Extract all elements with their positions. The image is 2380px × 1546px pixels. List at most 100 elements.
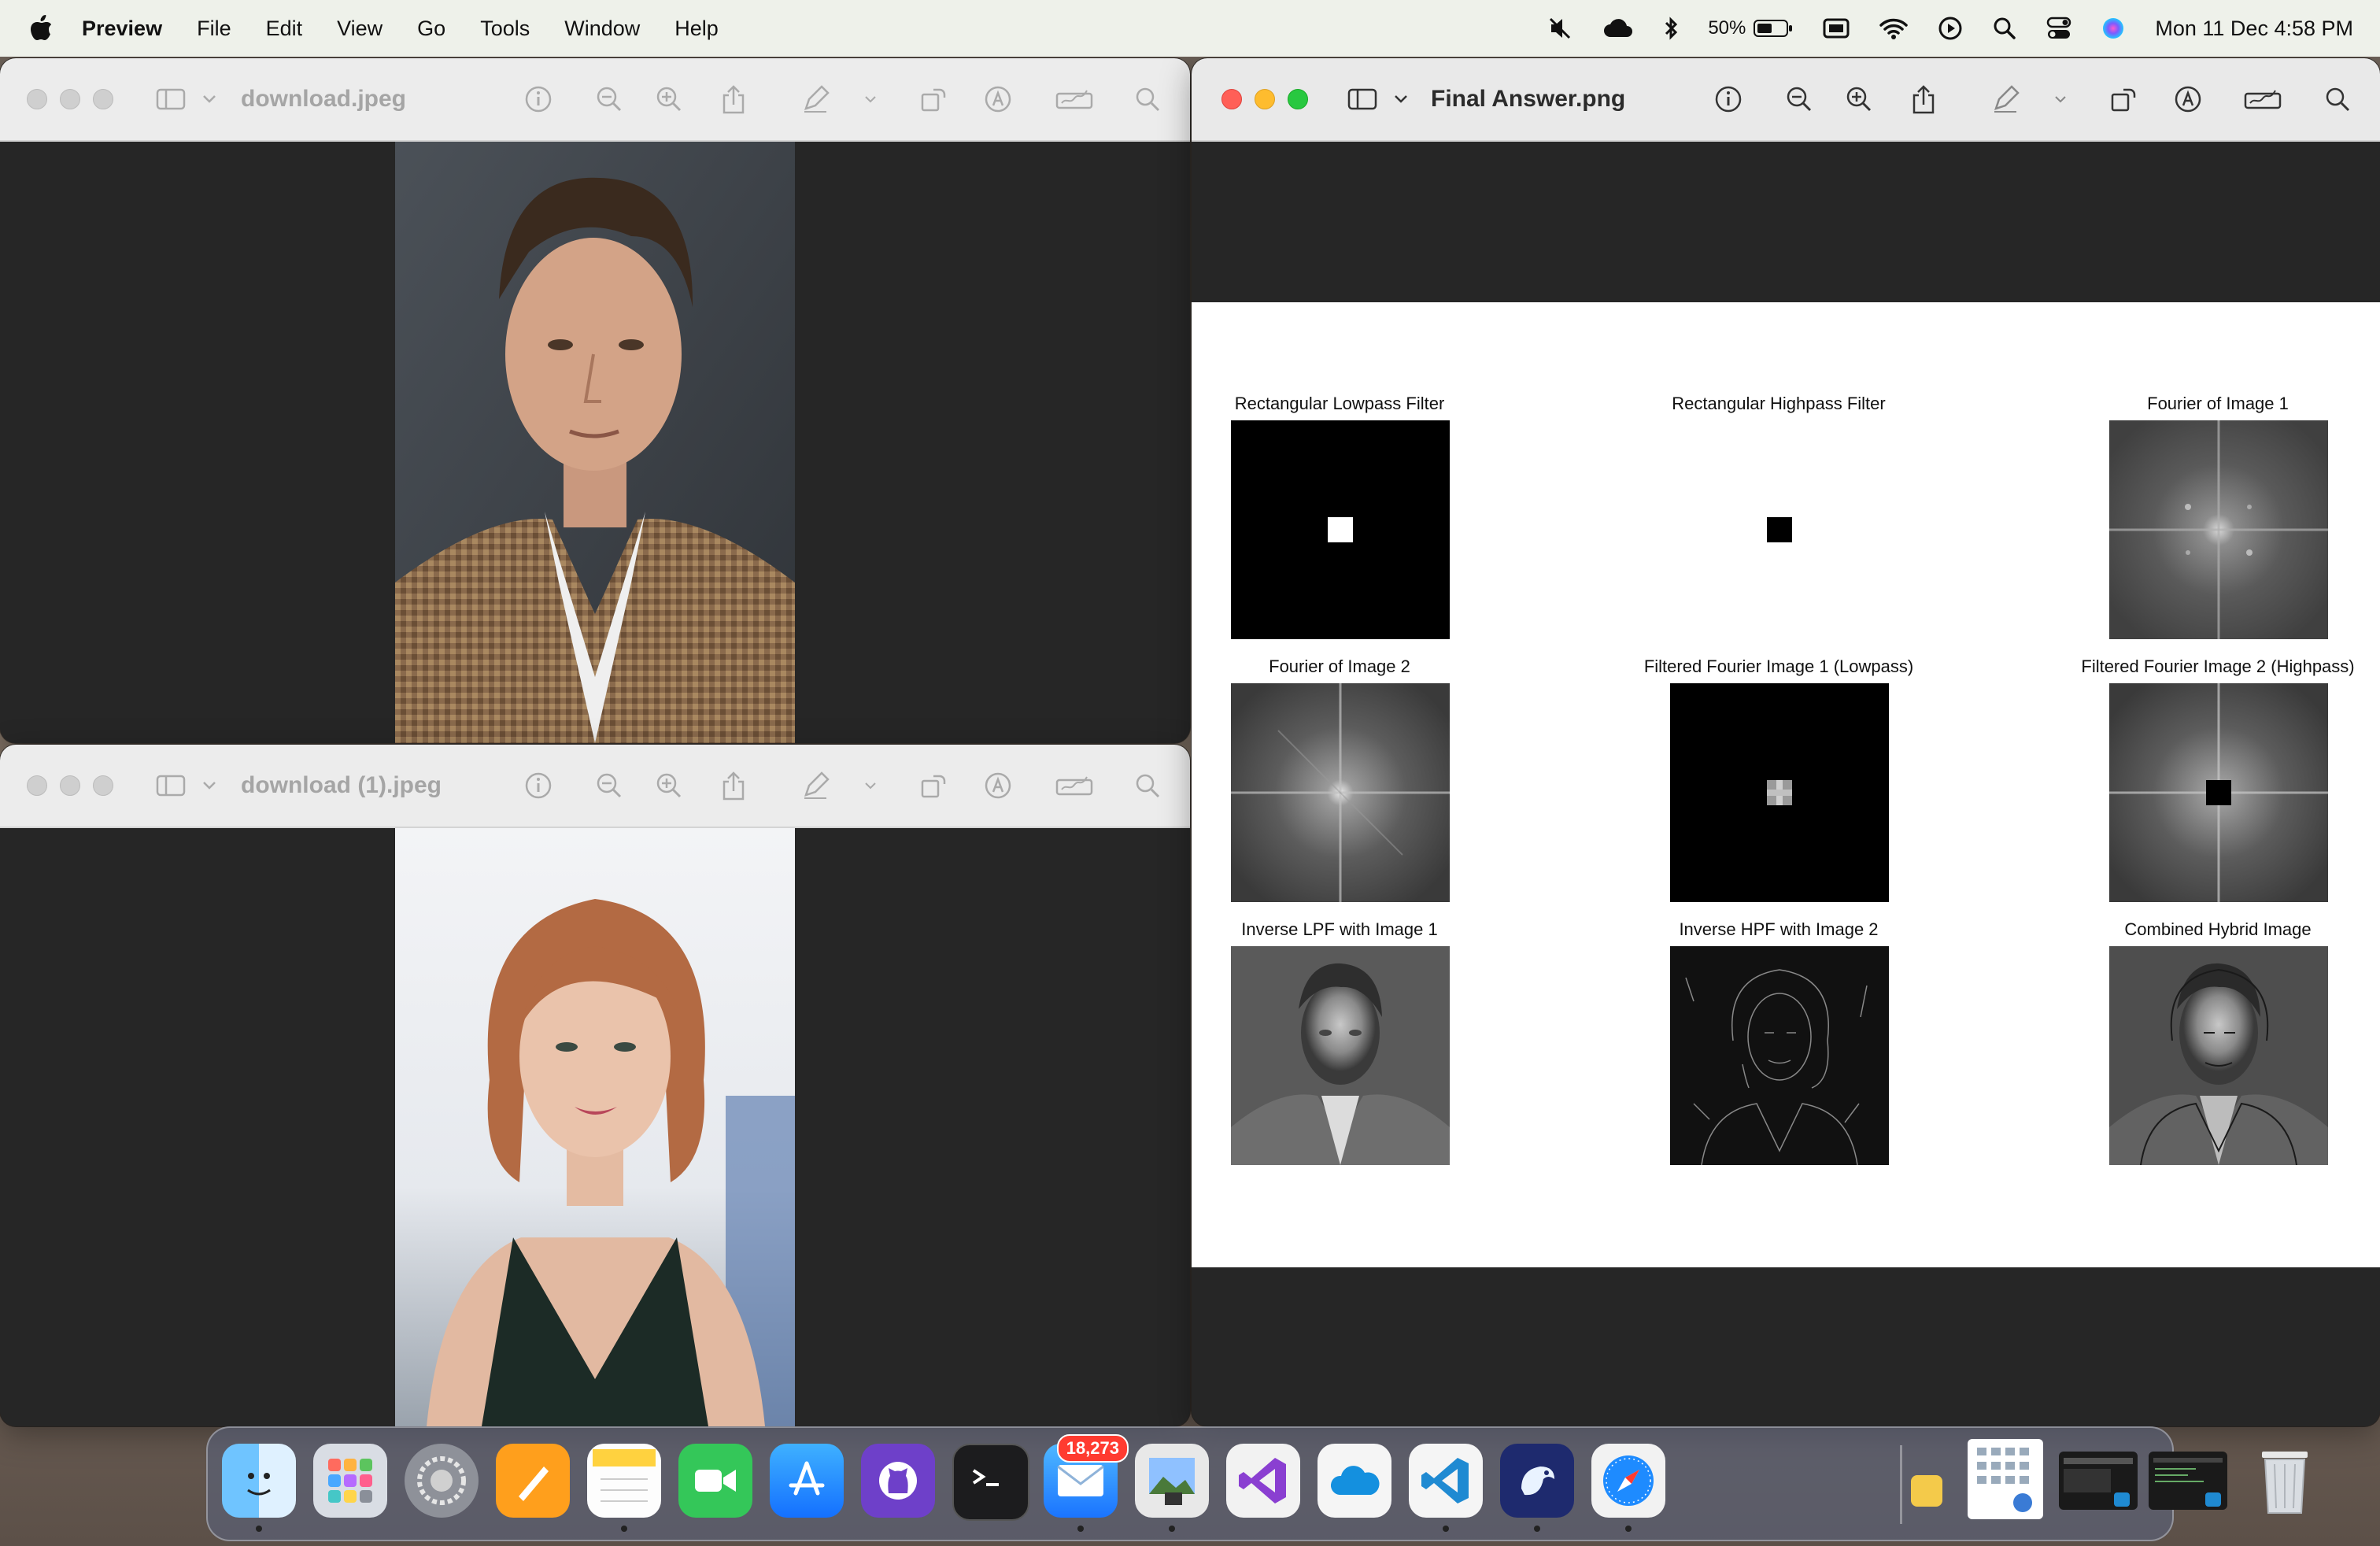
zoom-out-icon[interactable] [1783, 83, 1815, 115]
siri-icon[interactable] [2101, 17, 2125, 40]
menubar-clock[interactable]: Mon 11 Dec 4:58 PM [2155, 17, 2353, 41]
wifi-icon[interactable] [1879, 17, 1909, 39]
rotate-icon[interactable] [918, 83, 949, 115]
mute-icon[interactable] [1549, 17, 1572, 39]
highlight-icon[interactable] [982, 770, 1014, 801]
markup-chevron-icon[interactable] [855, 83, 886, 115]
close-button[interactable] [27, 775, 47, 796]
markup-pen-icon[interactable] [1990, 83, 2021, 115]
search-icon[interactable] [2322, 83, 2353, 115]
minimize-button[interactable] [60, 775, 80, 796]
control-center-icon[interactable] [2046, 17, 2071, 40]
safari-running-dot [1625, 1526, 1632, 1532]
document-canvas[interactable]: Rectangular Lowpass Filter Rectangular H… [1192, 142, 2380, 1426]
trash-icon[interactable] [2248, 1444, 2322, 1518]
battery-status[interactable]: 50% [1708, 17, 1793, 39]
info-icon[interactable] [523, 83, 554, 115]
markup-pen-icon[interactable] [800, 770, 831, 801]
now-playing-icon[interactable] [1938, 16, 1963, 41]
chevron-down-icon[interactable] [194, 770, 225, 801]
zoom-out-icon[interactable] [593, 770, 625, 801]
preview-window-final-answer[interactable]: Final Answer.png Rectangular Lowpass Fil… [1192, 58, 2380, 1426]
highlight-icon[interactable] [982, 83, 1014, 115]
preview-icon[interactable] [1135, 1444, 1209, 1518]
finder-icon[interactable] [222, 1444, 296, 1518]
launchpad-icon[interactable] [313, 1444, 387, 1518]
bluetooth-icon[interactable] [1664, 17, 1678, 40]
document-canvas[interactable] [0, 828, 1190, 1426]
chevron-down-icon[interactable] [194, 83, 225, 115]
sidebar-toggle-icon[interactable] [156, 770, 187, 801]
search-icon[interactable] [1132, 83, 1163, 115]
info-icon[interactable] [523, 770, 554, 801]
system-settings-icon[interactable] [405, 1444, 479, 1518]
sidebar-toggle-icon[interactable] [1347, 83, 1379, 115]
zoom-button[interactable] [1288, 89, 1308, 109]
menu-window[interactable]: Window [564, 17, 640, 41]
menu-go[interactable]: Go [417, 17, 445, 41]
menu-app-name[interactable]: Preview [82, 17, 162, 41]
menu-view[interactable]: View [337, 17, 382, 41]
zoom-button[interactable] [93, 89, 113, 109]
panel-title-highpass-filter: Rectangular Highpass Filter [1672, 394, 1886, 413]
signature-icon[interactable] [2243, 83, 2282, 115]
terminal-icon[interactable] [952, 1444, 1029, 1521]
markup-pen-icon[interactable] [800, 83, 831, 115]
vscode-icon[interactable] [1409, 1444, 1483, 1518]
search-icon[interactable] [1132, 770, 1163, 801]
menu-file[interactable]: File [197, 17, 231, 41]
close-button[interactable] [27, 89, 47, 109]
zoom-in-icon[interactable] [653, 770, 685, 801]
minimized-window-thumbnail-1[interactable] [2059, 1452, 2138, 1510]
share-icon[interactable] [718, 770, 749, 801]
minimize-button[interactable] [60, 89, 80, 109]
preview-window-download[interactable]: download.jpeg [0, 58, 1190, 743]
menu-edit[interactable]: Edit [266, 17, 303, 41]
signature-icon[interactable] [1055, 83, 1094, 115]
apple-menu-icon[interactable] [30, 15, 61, 42]
safari-icon[interactable] [1591, 1444, 1665, 1518]
zoom-button[interactable] [93, 775, 113, 796]
minimized-window-thumbnail-2[interactable] [2149, 1452, 2227, 1510]
input-source-icon[interactable] [1823, 18, 1850, 39]
zoom-in-icon[interactable] [653, 83, 685, 115]
icloud-icon[interactable] [1602, 18, 1634, 39]
app-store-icon[interactable] [770, 1444, 844, 1518]
window-titlebar[interactable]: Final Answer.png [1192, 58, 2380, 142]
documents-stack-icon[interactable] [1968, 1439, 2043, 1519]
rotate-icon[interactable] [2108, 83, 2139, 115]
inverse-lpf-panel [1231, 946, 1450, 1165]
zoom-in-icon[interactable] [1843, 83, 1875, 115]
sidebar-toggle-icon[interactable] [156, 83, 187, 115]
zoom-out-icon[interactable] [593, 83, 625, 115]
downloads-stack-icon[interactable] [1911, 1475, 1942, 1507]
share-icon[interactable] [718, 83, 749, 115]
spotlight-icon[interactable] [1993, 17, 2016, 40]
window-titlebar[interactable]: download.jpeg [0, 58, 1190, 142]
info-icon[interactable] [1713, 83, 1744, 115]
highlight-icon[interactable] [2172, 83, 2204, 115]
markup-chevron-icon[interactable] [855, 770, 886, 801]
signature-icon[interactable] [1055, 770, 1094, 801]
window-titlebar[interactable]: download (1).jpeg [0, 745, 1190, 828]
visual-studio-icon[interactable] [1226, 1444, 1300, 1518]
pages-icon[interactable] [496, 1444, 570, 1518]
cyberduck-icon[interactable] [1500, 1444, 1574, 1518]
onedrive-icon[interactable] [1318, 1444, 1391, 1518]
facetime-icon[interactable] [678, 1444, 752, 1518]
markup-chevron-icon[interactable] [2045, 83, 2076, 115]
filtered-fourier-highpass-panel [2109, 683, 2328, 902]
share-icon[interactable] [1908, 83, 1939, 115]
mail-icon[interactable]: 18,273 [1044, 1434, 1129, 1518]
notes-icon[interactable] [587, 1444, 661, 1518]
minimize-button[interactable] [1255, 89, 1275, 109]
close-button[interactable] [1221, 89, 1242, 109]
preview-window-download-1[interactable]: download (1).jpeg [0, 745, 1190, 1426]
rotate-icon[interactable] [918, 770, 949, 801]
chevron-down-icon[interactable] [1385, 83, 1417, 115]
menu-help[interactable]: Help [674, 17, 719, 41]
github-desktop-icon[interactable] [861, 1444, 935, 1518]
document-canvas[interactable] [0, 142, 1190, 743]
menu-bar: Preview File Edit View Go Tools Window H… [0, 0, 2380, 57]
menu-tools[interactable]: Tools [480, 17, 530, 41]
